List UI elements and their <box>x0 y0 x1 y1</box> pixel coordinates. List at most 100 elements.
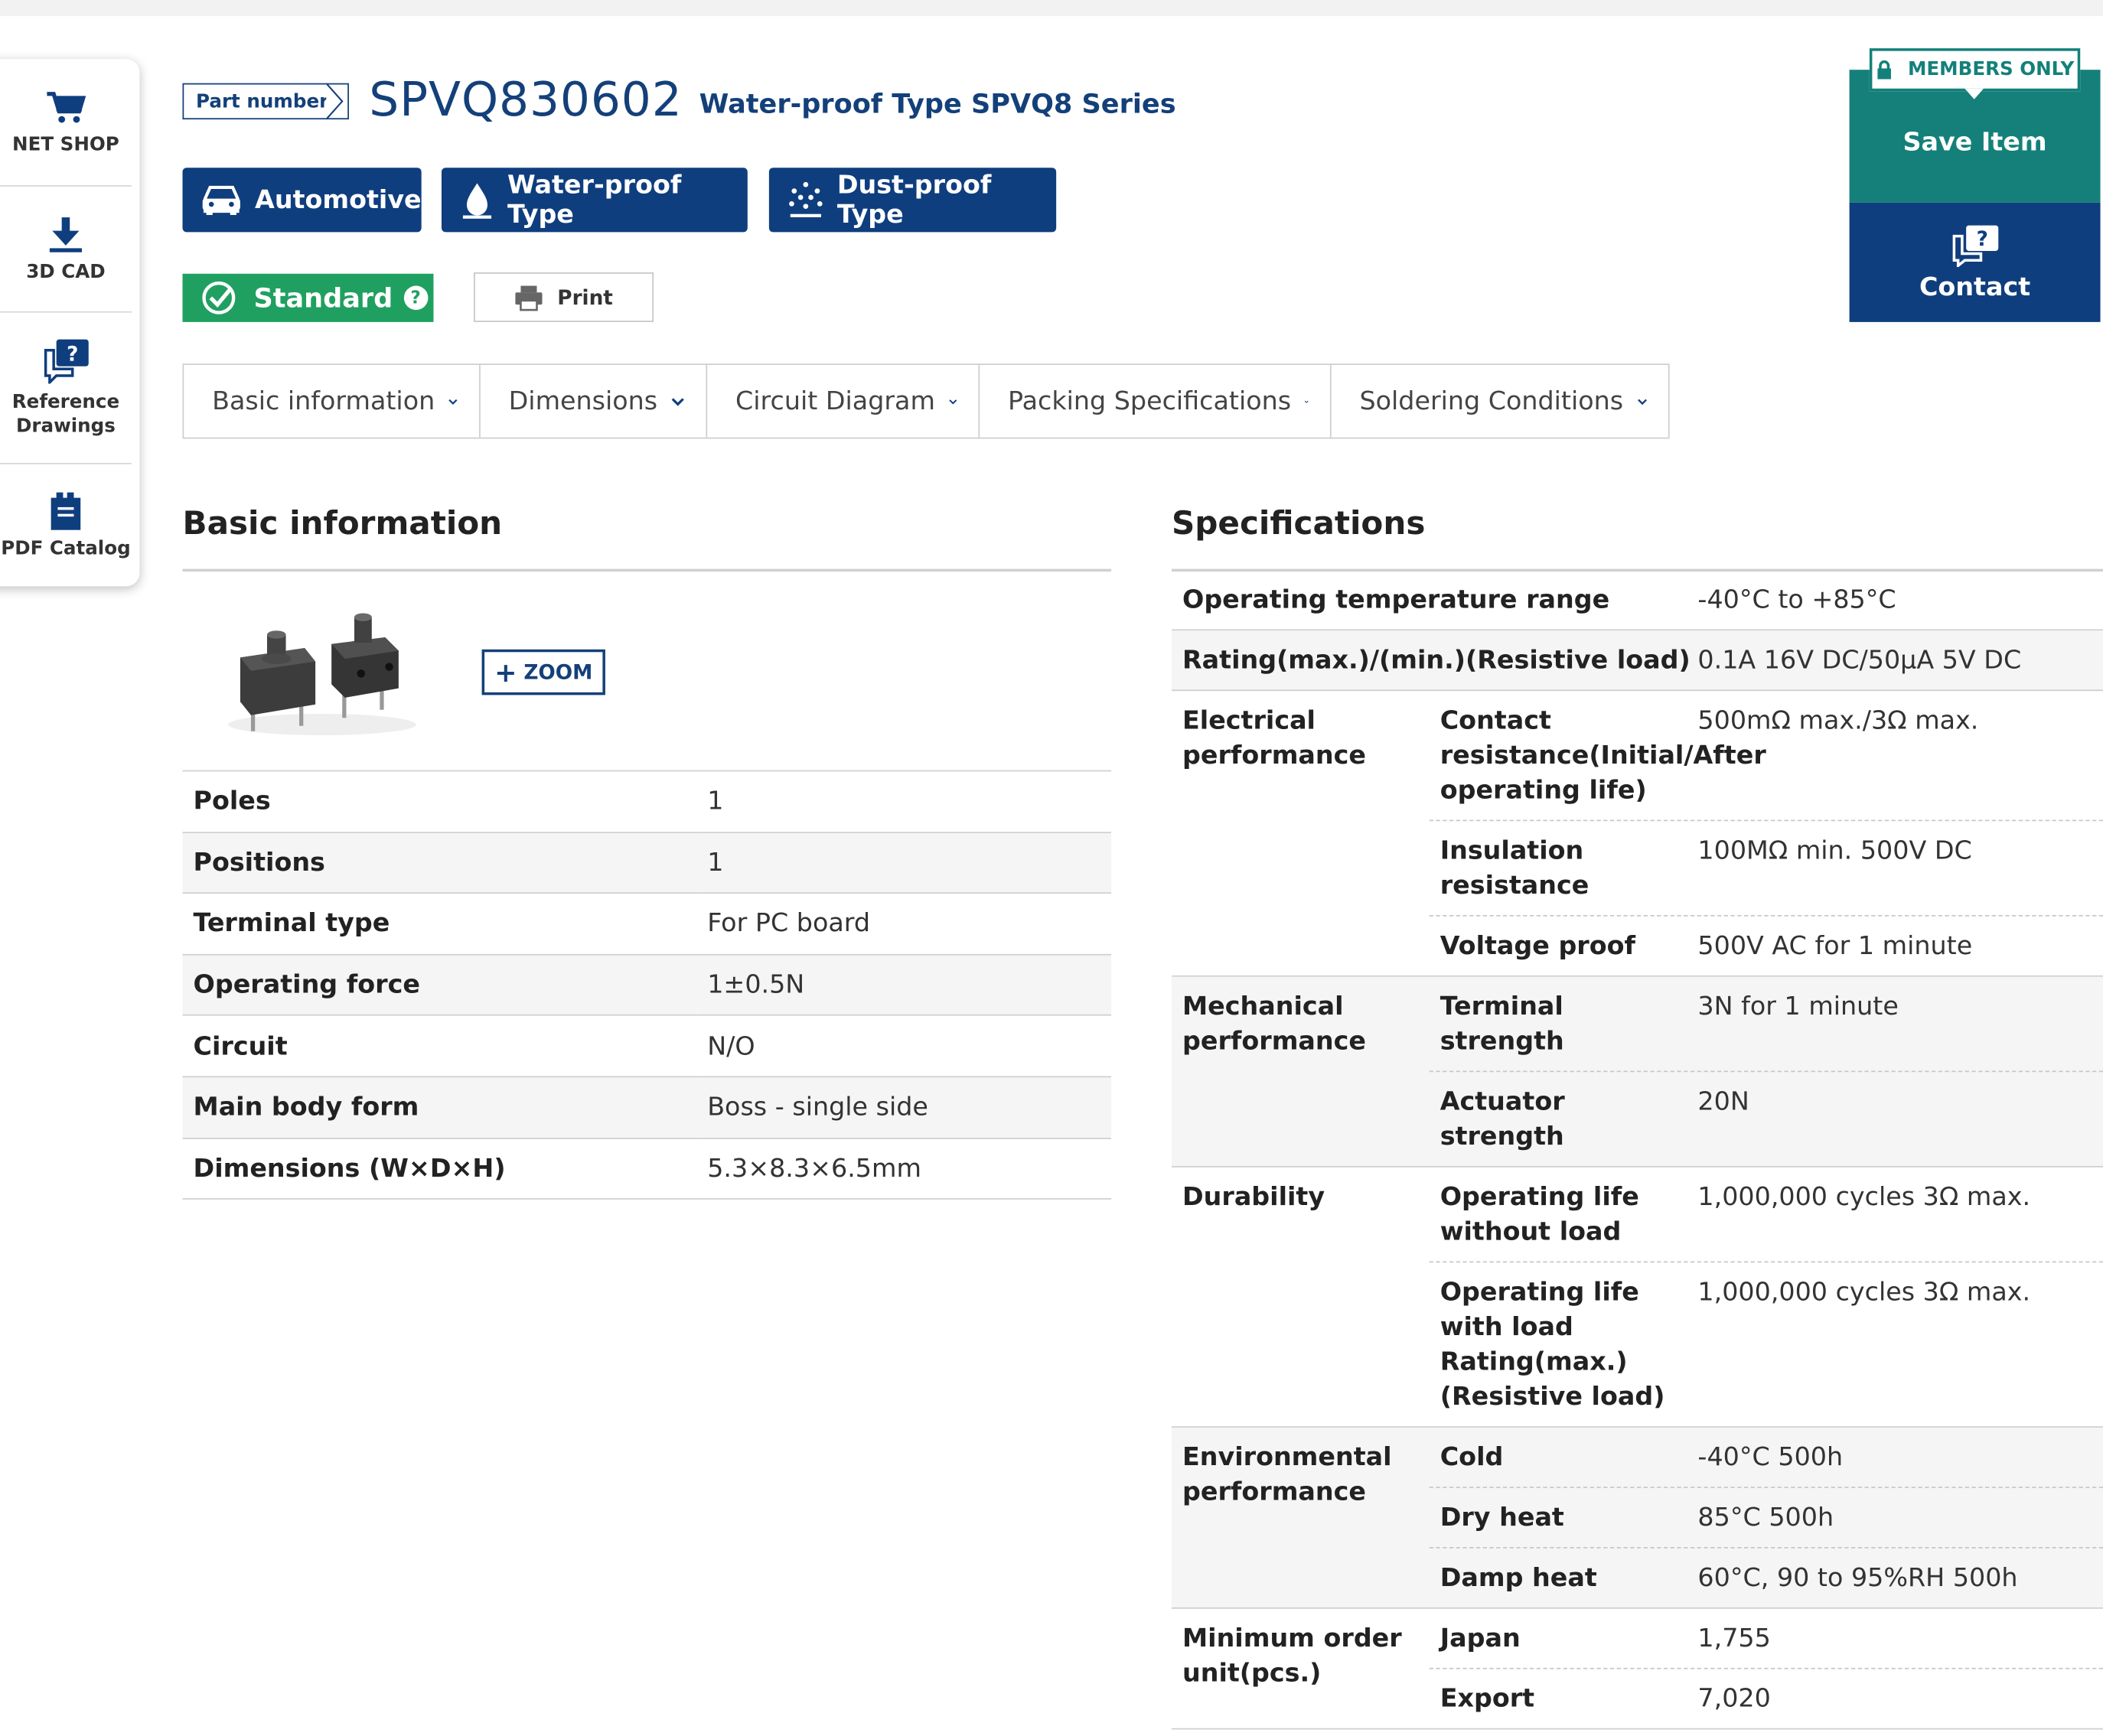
spec-group-mechanical: Mechanical performance Terminal strength… <box>1171 976 2103 1168</box>
print-label: Print <box>557 285 613 310</box>
sidebar-item-pdf-catalog[interactable]: PDF Catalog <box>0 463 132 586</box>
car-icon <box>202 185 240 215</box>
table-row: Operating life with load Rating(max.)(Re… <box>1430 1262 2103 1426</box>
tab-label: Circuit Diagram <box>735 386 935 416</box>
table-row: Export 7,020 <box>1430 1669 2103 1728</box>
table-row: Main body form Boss - single side <box>182 1076 1112 1139</box>
question-chat-icon: ? <box>41 337 92 385</box>
spec-group-electrical: Electrical performance Contact resistanc… <box>1171 691 2103 977</box>
table-row: Contact resistance(Initial/After operati… <box>1429 691 2103 822</box>
row-key: Insulation resistance <box>1439 835 1589 901</box>
row-key: Circuit <box>182 1015 697 1078</box>
tab-label: Packing Specifications <box>1008 386 1292 416</box>
standard-label: Standard <box>253 282 393 314</box>
row-value: Boss - single side <box>696 1076 1112 1139</box>
tag-automotive[interactable]: Automotive <box>182 168 422 233</box>
row-value: 3N for 1 minute <box>1697 991 1899 1021</box>
spec-group-environmental: Environmental performance Cold -40°C 500… <box>1171 1427 2103 1609</box>
group-label: Electrical performance <box>1182 705 1366 770</box>
row-value: 500V AC for 1 minute <box>1697 931 1973 961</box>
print-button[interactable]: Print <box>474 272 654 322</box>
table-row: Cold -40°C 500h <box>1429 1428 2103 1488</box>
download-icon <box>47 214 84 255</box>
printer-icon <box>515 285 543 311</box>
spec-group-minimum-order: Minimum order unit(pcs.) Japan 1,755 Exp… <box>1171 1609 2103 1730</box>
row-value: 1,755 <box>1697 1623 1771 1653</box>
row-value: -40°C 500h <box>1697 1442 1844 1472</box>
group-label: Durability <box>1182 1182 1325 1212</box>
row-key: Terminal type <box>182 892 697 956</box>
zoom-button[interactable]: + ZOOM <box>481 649 605 695</box>
catalog-icon <box>47 490 84 531</box>
svg-text:?: ? <box>1976 227 1987 250</box>
sidebar-item-reference-drawings[interactable]: ? Reference Drawings <box>0 311 132 463</box>
tab-soldering-conditions[interactable]: Soldering Conditions <box>1332 365 1668 438</box>
tab-circuit-diagram[interactable]: Circuit Diagram <box>707 365 980 438</box>
row-value: 60°C, 90 to 95%RH 500h <box>1697 1563 2018 1593</box>
row-value: 5.3×8.3×6.5mm <box>696 1137 1112 1200</box>
help-icon[interactable]: ? <box>403 285 428 311</box>
table-row: Japan 1,755 <box>1429 1609 2103 1669</box>
tab-label: Soldering Conditions <box>1359 386 1624 416</box>
row-value: 1±0.5N <box>696 953 1112 1017</box>
row-value: 85°C 500h <box>1697 1503 1834 1532</box>
zoom-label: ZOOM <box>523 660 593 685</box>
row-key: Voltage proof <box>1439 931 1636 961</box>
save-item-label: Save Item <box>1902 127 2047 158</box>
standard-badge: Standard ? <box>182 273 434 322</box>
divider <box>182 568 1112 572</box>
row-key: Dimensions (W×D×H) <box>182 1137 697 1200</box>
row-value: 1,000,000 cycles 3Ω max. <box>1697 1277 2031 1308</box>
series-link[interactable]: Water-proof Type SPVQ8 Series <box>699 87 1176 119</box>
table-row: Actuator strength 20N <box>1430 1072 2103 1166</box>
table-row: Positions 1 <box>182 831 1112 894</box>
sidebar-item-3d-cad[interactable]: 3D CAD <box>0 185 132 311</box>
tab-label: Dimensions <box>508 386 658 416</box>
part-number-arrow <box>326 83 344 120</box>
table-row: Circuit N/O <box>182 1015 1112 1078</box>
tab-dimensions[interactable]: Dimensions <box>481 365 708 438</box>
tag-label: Water-proof Type <box>507 170 682 230</box>
row-key: Actuator strength <box>1439 1086 1565 1151</box>
row-key: Contact resistance(Initial/After operati… <box>1439 705 1766 806</box>
sidebar-item-label: NET SHOP <box>12 134 119 156</box>
floating-sidebar: NET SHOP 3D CAD ? Reference Drawings PDF… <box>0 59 140 587</box>
specifications-table: Operating temperature range -40°C to +85… <box>1171 570 2103 1730</box>
row-value: 100MΩ min. 500V DC <box>1697 835 1972 866</box>
part-number: SPVQ830602 <box>369 73 683 128</box>
contact-button[interactable]: ? Contact <box>1849 202 2101 322</box>
table-row: Terminal strength 3N for 1 minute <box>1429 977 2103 1073</box>
row-value: -40°C to +85°C <box>1697 585 1896 615</box>
question-chat-icon: ? <box>1951 224 1998 267</box>
tag-water-proof[interactable]: Water-proof Type <box>441 168 748 233</box>
chevron-down-icon <box>948 399 957 404</box>
plus-icon: + <box>494 656 517 689</box>
table-row: Operating life without load 1,000,000 cy… <box>1429 1168 2103 1263</box>
product-image[interactable] <box>221 597 422 744</box>
row-value: 1,000,000 cycles 3Ω max. <box>1697 1182 2031 1212</box>
row-key: Main body form <box>182 1076 697 1139</box>
top-band <box>0 0 2103 17</box>
part-number-label: Part number <box>182 83 349 120</box>
table-row: Voltage proof 500V AC for 1 minute <box>1430 917 2103 975</box>
tab-basic-information[interactable]: Basic information <box>184 365 481 438</box>
tag-dust-proof[interactable]: Dust-proof Type <box>768 168 1057 233</box>
table-row: Operating temperature range -40°C to +85… <box>1171 570 2103 631</box>
sidebar-item-net-shop[interactable]: NET SHOP <box>0 59 132 185</box>
cart-icon <box>46 87 86 128</box>
chevron-down-icon <box>448 398 458 405</box>
chevron-down-icon <box>671 397 684 406</box>
row-key: Operating life with load Rating(max.)(Re… <box>1439 1277 1665 1412</box>
badge-notch <box>1964 88 1984 99</box>
specifications-title: Specifications <box>1171 504 1426 542</box>
row-value: 20N <box>1697 1086 1749 1117</box>
row-key: Export <box>1439 1683 1535 1714</box>
basic-information-title: Basic information <box>182 504 503 542</box>
row-value: 1 <box>696 831 1112 894</box>
row-value: 0.1A 16V DC/50μA 5V DC <box>1697 645 2022 676</box>
tab-packing-specifications[interactable]: Packing Specifications <box>980 365 1332 438</box>
row-key: Operating temperature range <box>1182 585 1610 615</box>
sidebar-item-label: 3D CAD <box>26 261 106 283</box>
group-label: Mechanical performance <box>1182 991 1366 1057</box>
tag-label: Automotive <box>255 185 422 215</box>
